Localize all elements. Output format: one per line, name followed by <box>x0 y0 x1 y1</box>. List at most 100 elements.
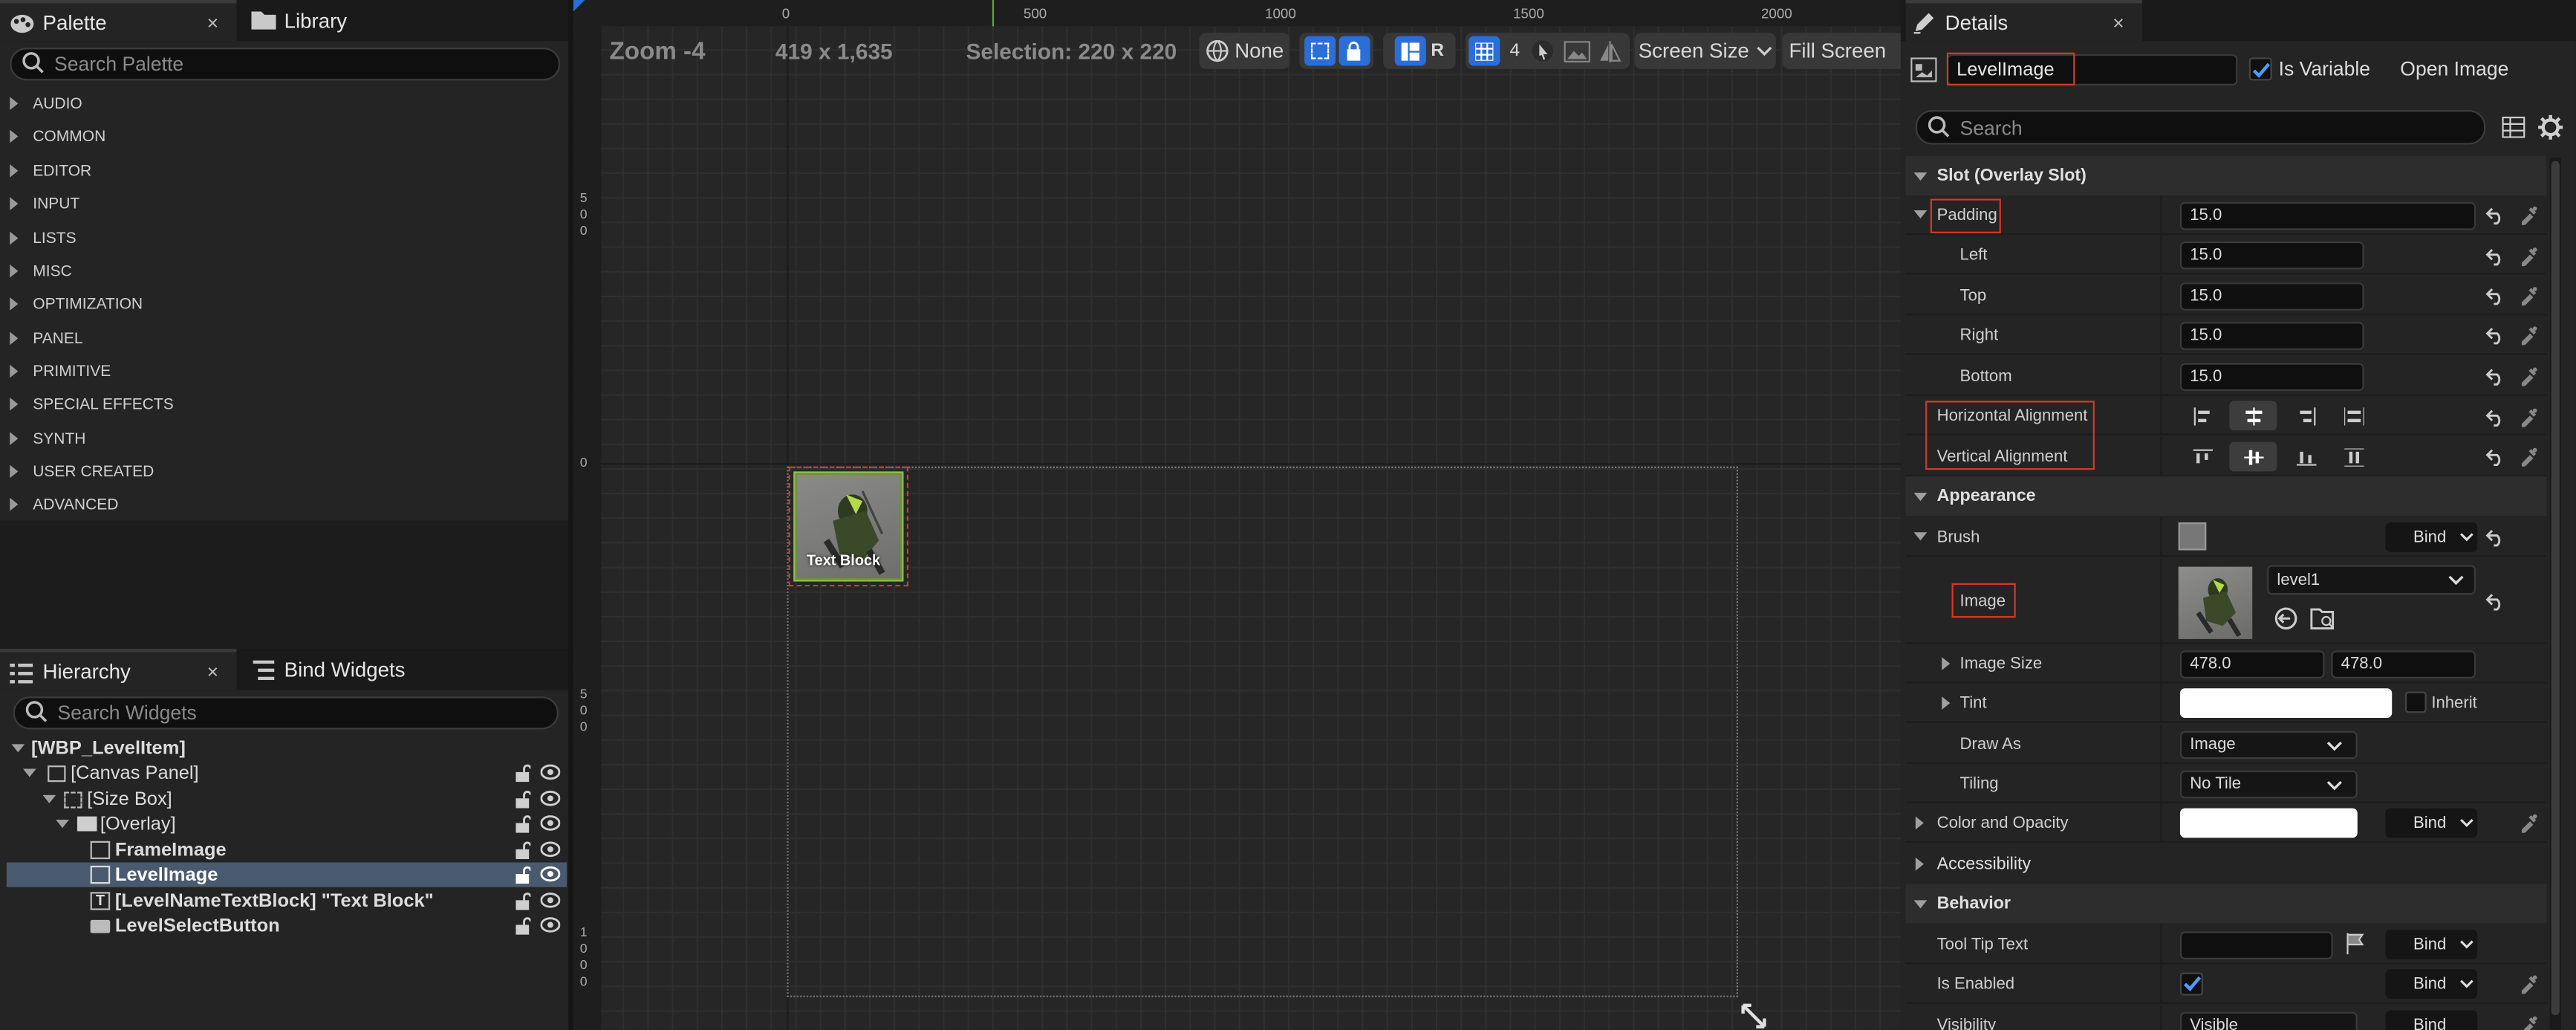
padding-bottom-input[interactable]: 15.0 <box>2179 363 2364 392</box>
section-slot[interactable]: Slot (Overlay Slot) <box>1905 155 2547 196</box>
tree-item-textblock[interactable]: T [LevelNameTextBlock] "Text Block" <box>7 889 567 913</box>
flag-icon[interactable] <box>2344 933 2366 955</box>
valign-fill-button[interactable] <box>2329 442 2377 472</box>
palette-category[interactable]: PRIMITIVE <box>0 354 567 387</box>
resize-handle-icon[interactable] <box>1740 1002 1768 1030</box>
bind-button[interactable]: Bind <box>2385 1010 2478 1030</box>
screen-size-dropdown[interactable]: Screen Size <box>1634 33 1776 69</box>
palette-category[interactable]: LISTS <box>0 221 567 254</box>
visibility-dropdown[interactable]: Visible <box>2179 1011 2358 1030</box>
reset-arrow-icon[interactable] <box>2485 248 2505 266</box>
lock-eye-icons[interactable] <box>514 916 561 935</box>
grid-size-value[interactable]: 4 <box>1510 41 1520 61</box>
table-view-icon[interactable] <box>2502 116 2525 138</box>
layout-button[interactable] <box>1394 36 1426 66</box>
grid-snap-button[interactable] <box>1468 36 1500 66</box>
section-behavior[interactable]: Behavior <box>1905 884 2547 924</box>
section-appearance[interactable]: Appearance <box>1905 476 2547 516</box>
property-binding-icon[interactable] <box>2517 286 2538 308</box>
tree-item-overlay[interactable]: [Overlay] <box>7 812 567 836</box>
palette-category[interactable]: COMMON <box>0 120 567 152</box>
tab-hierarchy[interactable]: Hierarchy × <box>0 649 237 690</box>
color-opacity-swatch[interactable] <box>2179 808 2358 838</box>
image-asset-dropdown[interactable]: level1 <box>2267 565 2476 595</box>
align-fill-button[interactable] <box>2329 401 2377 430</box>
close-icon[interactable]: × <box>207 660 219 683</box>
reset-arrow-icon[interactable] <box>2485 368 2505 386</box>
palette-category[interactable]: ADVANCED <box>0 488 567 521</box>
reset-arrow-icon[interactable] <box>2485 288 2505 305</box>
property-binding-icon[interactable] <box>2517 974 2538 996</box>
close-icon[interactable]: × <box>207 10 219 33</box>
valign-center-button[interactable] <box>2229 441 2277 472</box>
lock-eye-icons[interactable] <box>514 790 561 809</box>
align-center-button[interactable] <box>2229 401 2277 431</box>
property-binding-icon[interactable] <box>2517 447 2538 468</box>
browse-icon[interactable] <box>2310 604 2336 630</box>
palette-category[interactable]: SPECIAL EFFECTS <box>0 388 567 421</box>
tiling-dropdown[interactable]: No Tile <box>2179 770 2358 799</box>
fill-screen-dropdown[interactable]: Fill Screen <box>1782 33 1901 69</box>
valign-top-button[interactable] <box>2179 442 2226 472</box>
tab-details[interactable]: Details × <box>1905 0 2143 42</box>
palette-category[interactable]: USER CREATED <box>0 455 567 488</box>
palette-search-input[interactable]: Search Palette <box>10 48 561 81</box>
tree-item-frameimage[interactable]: FrameImage <box>7 838 567 862</box>
lock-eye-icons[interactable] <box>514 764 561 783</box>
use-selected-icon[interactable] <box>2274 606 2298 631</box>
padding-top-input[interactable]: 15.0 <box>2179 282 2364 311</box>
property-binding-icon[interactable] <box>2517 1015 2538 1030</box>
reset-arrow-icon[interactable] <box>2485 593 2505 611</box>
image-thumbnail[interactable] <box>2178 566 2253 639</box>
tree-item-canvas-panel[interactable]: [Canvas Panel] <box>7 760 567 785</box>
lock-eye-icons[interactable] <box>514 892 561 910</box>
tab-palette[interactable]: Palette × <box>0 0 237 42</box>
hierarchy-search-input[interactable]: Search Widgets <box>13 696 559 730</box>
open-image-link[interactable]: Open Image <box>2400 57 2508 80</box>
tree-item-size-box[interactable]: [Size Box] <box>7 787 567 812</box>
lock-eye-icons[interactable] <box>514 841 561 860</box>
inherit-checkbox[interactable] <box>2404 691 2427 713</box>
palette-category[interactable]: INPUT <box>0 187 567 220</box>
palette-category[interactable]: PANEL <box>0 322 567 354</box>
padding-input[interactable]: 15.0 <box>2179 201 2476 230</box>
image-size-x-input[interactable]: 478.0 <box>2179 650 2325 678</box>
is-enabled-checkbox[interactable] <box>2179 972 2203 996</box>
align-left-button[interactable] <box>2179 401 2226 430</box>
r-toggle[interactable]: R <box>1431 41 1444 61</box>
reset-arrow-icon[interactable] <box>2485 207 2505 225</box>
bind-button[interactable]: Bind <box>2385 808 2478 838</box>
palette-category[interactable]: SYNTH <box>0 422 567 455</box>
property-binding-icon[interactable] <box>2517 366 2538 388</box>
dashed-box-button[interactable] <box>1303 36 1336 66</box>
property-binding-icon[interactable] <box>2517 247 2538 268</box>
lock-eye-icons[interactable] <box>514 814 561 833</box>
cursor-icon[interactable] <box>1531 39 1554 62</box>
is-variable-checkbox[interactable] <box>2248 57 2272 81</box>
gear-icon[interactable] <box>2538 114 2563 140</box>
lock-button[interactable] <box>1338 36 1370 66</box>
flip-icon[interactable] <box>1598 40 1623 62</box>
section-accessibility[interactable]: Accessibility <box>1905 844 2547 884</box>
localization-button[interactable]: None <box>1199 33 1290 69</box>
property-binding-icon[interactable] <box>2517 407 2538 429</box>
widget-preview[interactable]: Text Block <box>788 466 909 587</box>
reset-arrow-icon[interactable] <box>2485 409 2505 427</box>
tree-item-root[interactable]: [WBP_LevelItem] <box>7 736 567 760</box>
tree-item-button[interactable]: LevelSelectButton <box>7 913 567 938</box>
property-binding-icon[interactable] <box>2517 205 2538 227</box>
palette-category[interactable]: EDITOR <box>0 155 567 187</box>
tooltip-input[interactable] <box>2179 931 2333 959</box>
padding-right-input[interactable]: 15.0 <box>2179 322 2364 350</box>
palette-category[interactable]: OPTIMIZATION <box>0 288 567 320</box>
bind-button[interactable]: Bind <box>2385 522 2478 552</box>
reset-arrow-icon[interactable] <box>2485 448 2505 467</box>
details-scrollbar[interactable] <box>2549 158 2562 1030</box>
tab-library[interactable]: Library <box>247 0 411 41</box>
close-icon[interactable]: × <box>2112 10 2124 33</box>
details-search-input[interactable]: Search <box>1915 110 2486 145</box>
image-size-y-input[interactable]: 478.0 <box>2331 650 2476 678</box>
draw-as-dropdown[interactable]: Image <box>2179 731 2358 759</box>
align-right-button[interactable] <box>2282 401 2329 430</box>
palette-category[interactable]: MISC <box>0 255 567 288</box>
